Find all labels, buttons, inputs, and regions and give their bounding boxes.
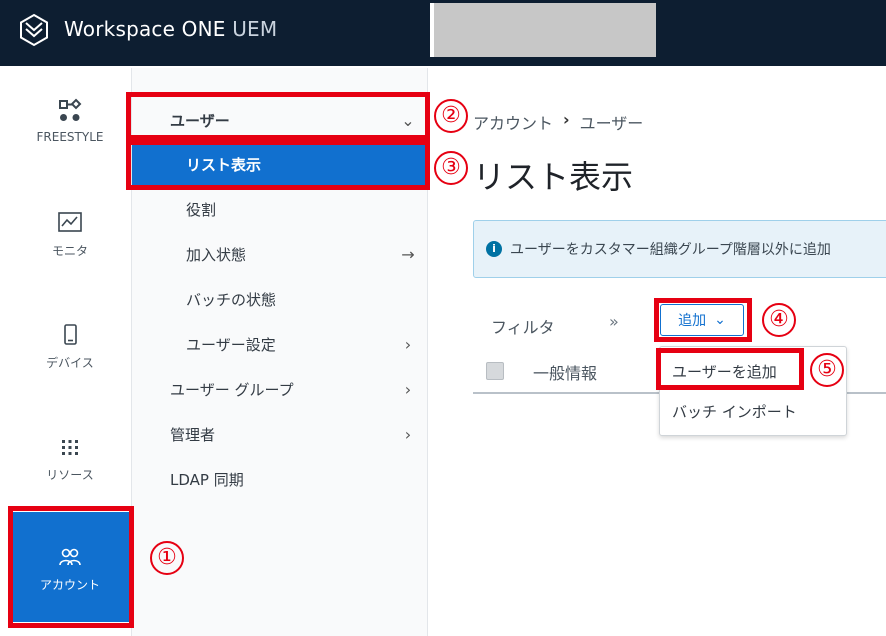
info-text: ユーザーをカスタマー組織グループ階層以外に追加	[510, 242, 831, 258]
phone-icon	[64, 324, 77, 345]
column-header-general[interactable]: 一般情報	[533, 360, 597, 384]
rail-label-monitor: モニタ	[51, 244, 88, 258]
app-name: Workspace ONE	[64, 17, 226, 41]
annotation-frame-2	[126, 92, 430, 140]
breadcrumb: アカウント › ユーザー	[473, 110, 643, 134]
select-all-checkbox[interactable]	[486, 362, 504, 380]
double-chevron-icon[interactable]: »	[609, 312, 619, 331]
nav-item-user-groups[interactable]: ユーザー グループ ›	[132, 368, 428, 410]
monitor-chart-icon	[58, 212, 82, 232]
nav-label: 加入状態	[186, 245, 247, 264]
grid-dots-icon	[62, 440, 78, 455]
chevron-right-icon: ›	[404, 424, 412, 444]
nav-item-user-settings[interactable]: ユーザー設定 ›	[132, 323, 428, 365]
annotation-number-1: ①	[150, 538, 184, 575]
breadcrumb-account[interactable]: アカウント	[473, 110, 553, 134]
redacted-area	[430, 3, 656, 57]
nav-label: 管理者	[170, 425, 216, 444]
rail-label-freestyle: FREESTYLE	[36, 130, 104, 144]
annotation-number-5: ⑤	[810, 350, 844, 387]
app-suffix: UEM	[232, 17, 278, 41]
annotation-number-2: ②	[434, 96, 468, 133]
info-icon: i	[486, 241, 502, 257]
info-banner: i ユーザーをカスタマー組織グループ階層以外に追加	[473, 220, 886, 278]
workspace-one-logo-icon	[20, 13, 48, 47]
rail-label-devices: デバイス	[46, 356, 94, 370]
nav-label: 役割	[186, 200, 217, 219]
nav-label: LDAP 同期	[170, 470, 244, 489]
top-bar: Workspace ONE UEM	[0, 0, 886, 66]
annotation-frame-5	[656, 348, 804, 390]
annotation-number-4: ④	[762, 300, 796, 337]
breadcrumb-separator: ›	[563, 110, 570, 129]
rail-item-monitor[interactable]: モニタ	[8, 210, 132, 259]
nav-item-administrators[interactable]: 管理者 ›	[132, 413, 428, 455]
nav-label: ユーザー設定	[186, 335, 276, 354]
freestyle-icon	[59, 98, 82, 121]
menu-item-batch-import[interactable]: バッチ インポート	[672, 401, 797, 422]
page-title: リスト表示	[473, 158, 634, 196]
nav-item-batch-status[interactable]: バッチの状態	[132, 278, 428, 320]
nav-item-roles[interactable]: 役割	[132, 188, 428, 230]
nav-label: バッチの状態	[186, 290, 277, 309]
chevron-right-icon: ›	[404, 379, 412, 399]
app-title: Workspace ONE UEM	[64, 17, 277, 41]
rail-item-devices[interactable]: デバイス	[8, 322, 132, 371]
filter-button[interactable]: フィルタ	[491, 314, 555, 338]
chevron-right-icon: ›	[404, 334, 412, 354]
rail-item-resources[interactable]: リソース	[8, 434, 132, 483]
annotation-number-3: ③	[434, 148, 468, 185]
annotation-frame-3	[126, 140, 430, 190]
nav-item-enrollment-status[interactable]: 加入状態 →	[132, 233, 428, 275]
arrow-right-icon: →	[401, 244, 415, 264]
nav-label: ユーザー グループ	[170, 380, 294, 399]
annotation-frame-4	[654, 298, 752, 342]
annotation-frame-1	[8, 506, 134, 628]
rail-item-freestyle[interactable]: FREESTYLE	[8, 98, 132, 144]
nav-item-ldap-sync[interactable]: LDAP 同期	[132, 458, 428, 500]
breadcrumb-users[interactable]: ユーザー	[580, 110, 644, 134]
rail-label-resources: リソース	[46, 468, 94, 482]
